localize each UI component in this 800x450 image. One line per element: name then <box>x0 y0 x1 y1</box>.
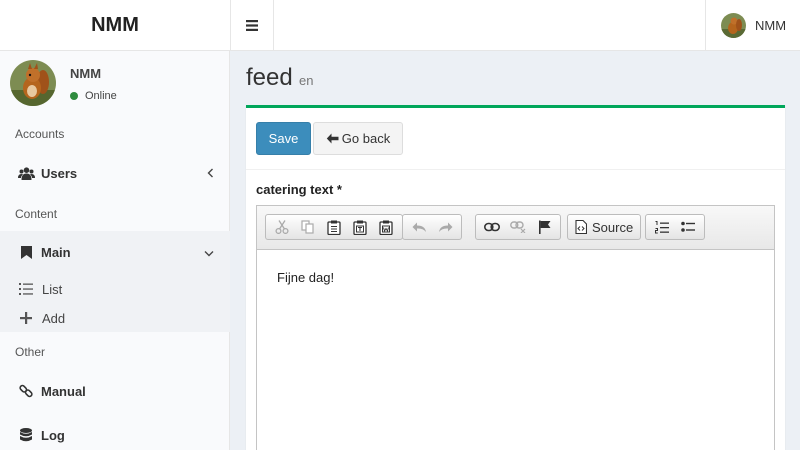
online-status-icon <box>70 92 78 100</box>
edit-form-box: Save Go back catering text * Source Fijn… <box>246 105 785 450</box>
sidebar-item-users[interactable]: Users <box>0 160 230 186</box>
chevron-left-icon <box>207 166 214 181</box>
plus-icon <box>19 312 33 324</box>
unlink-icon <box>510 221 526 233</box>
user-panel-name: NMM <box>70 66 102 81</box>
paste-icon <box>327 220 341 235</box>
sidebar-item-label: Users <box>41 165 78 181</box>
redo-icon <box>438 222 452 232</box>
numbered-list-icon <box>655 220 669 233</box>
user-avatar <box>10 60 56 106</box>
sidebar-header-other: Other <box>15 345 46 359</box>
list-group <box>645 214 705 240</box>
sidebar-item-main[interactable]: Main <box>0 239 230 265</box>
logo-text: NMM <box>91 13 139 36</box>
database-icon <box>17 428 35 442</box>
go-back-label: Go back <box>341 131 391 146</box>
copy-button[interactable] <box>295 216 321 238</box>
source-code-icon <box>575 220 587 234</box>
user-panel: NMM Online <box>0 51 230 116</box>
link-icon <box>17 384 35 398</box>
undo-icon <box>412 222 426 232</box>
user-status: Online <box>70 90 117 102</box>
sidebar-subitem-add[interactable]: Add <box>0 306 230 330</box>
cut-icon <box>275 220 289 234</box>
sidebar-subitem-label: Add <box>42 310 66 326</box>
form-toolbar: Save Go back <box>246 108 785 170</box>
clipboard-group <box>265 214 403 240</box>
sidebar-group-main: Main List Add <box>0 231 230 332</box>
arrow-left-icon <box>326 133 339 144</box>
paste-word-button[interactable] <box>373 216 399 238</box>
cut-button[interactable] <box>269 216 295 238</box>
undo-group <box>402 214 462 240</box>
flag-icon <box>538 220 550 234</box>
rich-text-editor: Source Fijne dag! <box>256 205 775 450</box>
list-icon <box>19 283 33 295</box>
bookmark-icon <box>17 245 35 259</box>
numbered-list-button[interactable] <box>649 216 675 238</box>
sidebar-item-manual[interactable]: Manual <box>0 378 230 404</box>
page-title: feed <box>246 64 293 91</box>
hamburger-icon <box>246 19 258 31</box>
top-navbar: NMM <box>230 0 800 51</box>
paste-button[interactable] <box>321 216 347 238</box>
editor-paragraph: Fijne dag! <box>277 270 335 285</box>
sidebar-item-log[interactable]: Log <box>0 422 230 448</box>
sidebar: NMM Online Accounts Users Content Main L… <box>0 51 230 450</box>
link-icon <box>484 222 500 232</box>
sidebar-header-accounts: Accounts <box>15 127 65 141</box>
source-button[interactable]: Source <box>571 216 637 238</box>
source-label: Source <box>592 219 634 235</box>
unlink-button[interactable] <box>505 216 531 238</box>
link-button[interactable] <box>479 216 505 238</box>
copy-icon <box>301 220 314 234</box>
sidebar-subitem-list[interactable]: List <box>0 277 230 301</box>
save-button[interactable]: Save <box>256 122 311 155</box>
source-group: Source <box>567 214 642 240</box>
paste-text-button[interactable] <box>347 216 373 238</box>
sidebar-toggle-button[interactable] <box>231 0 274 50</box>
paste-word-icon <box>379 220 393 235</box>
user-status-text: Online <box>85 90 117 102</box>
users-icon <box>17 166 35 180</box>
sidebar-item-label: Log <box>41 427 65 443</box>
link-group <box>475 214 561 240</box>
user-menu[interactable]: NMM <box>705 0 800 50</box>
go-back-button[interactable]: Go back <box>313 122 403 155</box>
anchor-button[interactable] <box>531 216 557 238</box>
catering-text-label: catering text * <box>256 182 342 197</box>
page-language-label: en <box>299 73 314 88</box>
editor-toolbar: Source <box>257 206 774 250</box>
bulleted-list-icon <box>681 221 695 232</box>
sidebar-subitem-label: List <box>42 281 63 297</box>
sidebar-header-content: Content <box>15 207 58 221</box>
redo-button[interactable] <box>432 216 458 238</box>
undo-button[interactable] <box>406 216 432 238</box>
sidebar-item-label: Manual <box>41 383 86 399</box>
sidebar-item-label: Main <box>41 244 71 260</box>
app-logo[interactable]: NMM <box>0 0 230 51</box>
chevron-down-icon <box>204 245 214 260</box>
editor-content-area[interactable]: Fijne dag! <box>257 250 774 450</box>
paste-text-icon <box>353 220 367 235</box>
user-avatar-small <box>721 12 746 38</box>
bulleted-list-button[interactable] <box>675 216 701 238</box>
user-menu-name: NMM <box>755 17 787 33</box>
